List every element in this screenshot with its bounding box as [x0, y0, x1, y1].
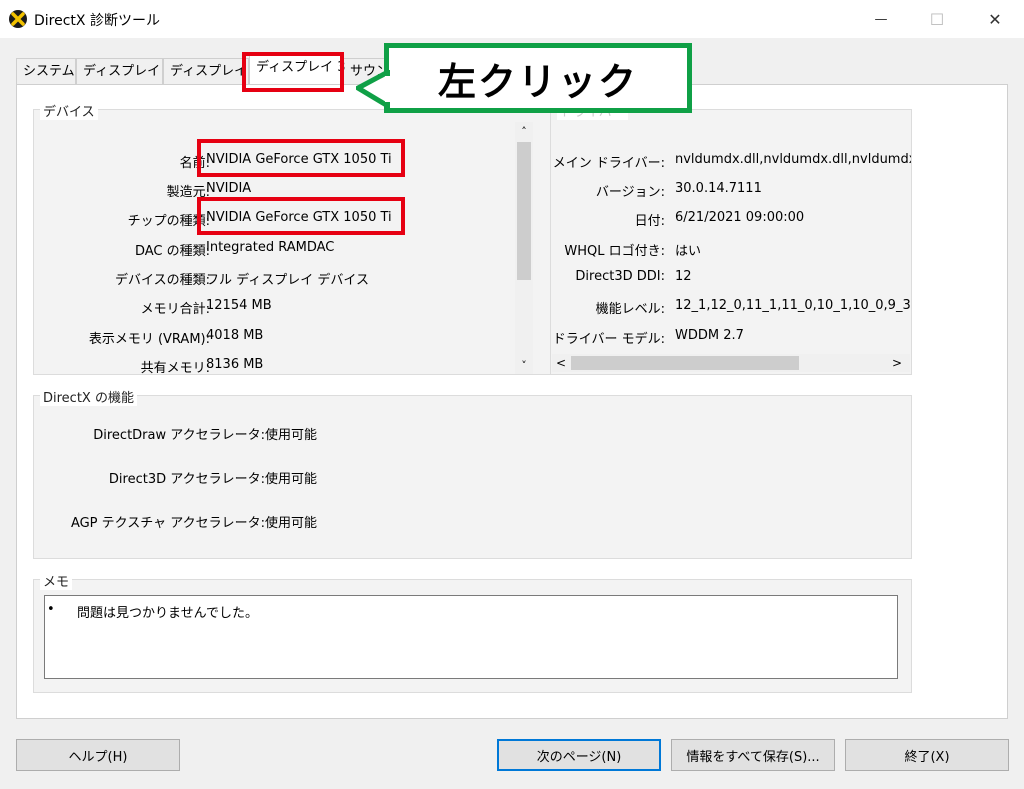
directx-icon	[8, 9, 28, 29]
driver-feature-level-label: 機能レベル:	[595, 302, 665, 317]
scroll-thumb[interactable]	[571, 356, 799, 370]
device-dac-label: DAC の種類:	[134, 244, 210, 259]
device-type-value: フル ディスプレイ デバイス	[206, 273, 369, 288]
tab-display-1[interactable]: ディスプレイ 1	[76, 58, 173, 84]
help-button[interactable]: ヘルプ(H)	[16, 739, 180, 771]
memo-group-title: メモ	[40, 571, 73, 590]
driver-ddi-label: Direct3D DDI:	[575, 269, 665, 284]
callout-text: 左クリック	[437, 59, 638, 104]
features-group-title: DirectX の機能	[40, 387, 137, 406]
driver-model-value: WDDM 2.7	[675, 328, 744, 343]
device-type-label: デバイスの種類:	[115, 273, 210, 288]
directx-features-group: DirectX の機能 DirectDraw アクセラレータ: 使用可能 Dir…	[33, 387, 912, 559]
callout-left-click: 左クリック	[384, 43, 692, 113]
driver-group: ドライバー メイン ドライバー: nvldumdx.dll,nvldumdx.d…	[550, 101, 912, 375]
direct3d-value: 使用可能	[265, 472, 318, 487]
tab-label: ディスプレイ 1	[83, 64, 173, 79]
driver-date-label: 日付:	[634, 214, 665, 229]
driver-ddi-value: 12	[675, 269, 692, 284]
exit-button[interactable]: 終了(X)	[845, 739, 1009, 771]
scroll-down-icon[interactable]: ˅	[515, 356, 533, 374]
callout-pointer	[356, 70, 390, 110]
driver-whql-label: WHQL ロゴ付き:	[564, 244, 665, 259]
driver-version-label: バージョン:	[595, 185, 665, 200]
device-vram-label: 表示メモリ (VRAM):	[88, 332, 210, 347]
driver-horizontal-scrollbar[interactable]: < >	[552, 354, 910, 372]
maximize-icon: ☐	[929, 9, 945, 29]
device-shared-memory-value: 8136 MB	[206, 357, 264, 372]
save-all-button[interactable]: 情報をすべて保存(S)...	[671, 739, 835, 771]
minimize-button[interactable]: —	[858, 0, 904, 38]
highlight-tab-box	[242, 52, 344, 92]
memo-bullet: •	[47, 602, 55, 617]
device-vertical-scrollbar[interactable]: ˄ ˅	[515, 122, 533, 374]
memo-textbox[interactable]: • 問題は見つかりませんでした。	[44, 595, 898, 679]
highlight-name-box	[197, 139, 405, 177]
directdraw-value: 使用可能	[265, 428, 318, 443]
device-shared-memory-label: 共有メモリ:	[140, 361, 210, 376]
driver-date-value: 6/21/2021 09:00:00	[675, 210, 805, 225]
device-total-memory-label: メモリ合計:	[140, 302, 210, 317]
driver-model-label: ドライバー モデル:	[552, 332, 665, 347]
highlight-chip-box	[197, 197, 405, 235]
device-manufacturer-value: NVIDIA	[206, 181, 252, 196]
scroll-left-icon[interactable]: <	[552, 354, 570, 372]
direct3d-label: Direct3D アクセラレータ:	[108, 472, 265, 487]
close-button[interactable]: ✕	[972, 0, 1018, 38]
title-bar: DirectX 診断ツール — ☐ ✕	[0, 0, 1024, 38]
tab-display-2[interactable]: ディスプレイ 2	[163, 58, 260, 84]
next-page-button[interactable]: 次のページ(N)	[497, 739, 661, 771]
device-dac-value: Integrated RAMDAC	[206, 240, 335, 255]
scroll-thumb[interactable]	[517, 142, 531, 280]
driver-main-label: メイン ドライバー:	[552, 156, 665, 171]
close-icon: ✕	[988, 9, 1002, 29]
scroll-right-icon[interactable]: >	[888, 354, 906, 372]
memo-text: 問題は見つかりませんでした。	[77, 606, 258, 621]
driver-feature-level-value: 12_1,12_0,11_1,11_0,10_1,10_0,9_3,9_2	[675, 298, 911, 313]
window-title: DirectX 診断ツール	[34, 13, 160, 29]
minimize-icon: —	[874, 11, 888, 27]
scroll-up-icon[interactable]: ˄	[515, 122, 533, 140]
maximize-button[interactable]: ☐	[914, 0, 960, 38]
agp-label: AGP テクスチャ アクセラレータ:	[70, 516, 265, 531]
tab-label: システム	[23, 64, 75, 79]
tab-system[interactable]: システム	[16, 58, 76, 84]
device-total-memory-value: 12154 MB	[206, 298, 272, 313]
device-group-title: デバイス	[40, 101, 98, 120]
directdraw-label: DirectDraw アクセラレータ:	[93, 428, 265, 443]
device-vram-value: 4018 MB	[206, 328, 264, 343]
driver-main-value: nvldumdx.dll,nvldumdx.dll,nvldumdx.	[675, 152, 911, 167]
driver-whql-value: はい	[675, 244, 702, 259]
driver-version-value: 30.0.14.7111	[675, 181, 762, 196]
agp-value: 使用可能	[265, 516, 318, 531]
